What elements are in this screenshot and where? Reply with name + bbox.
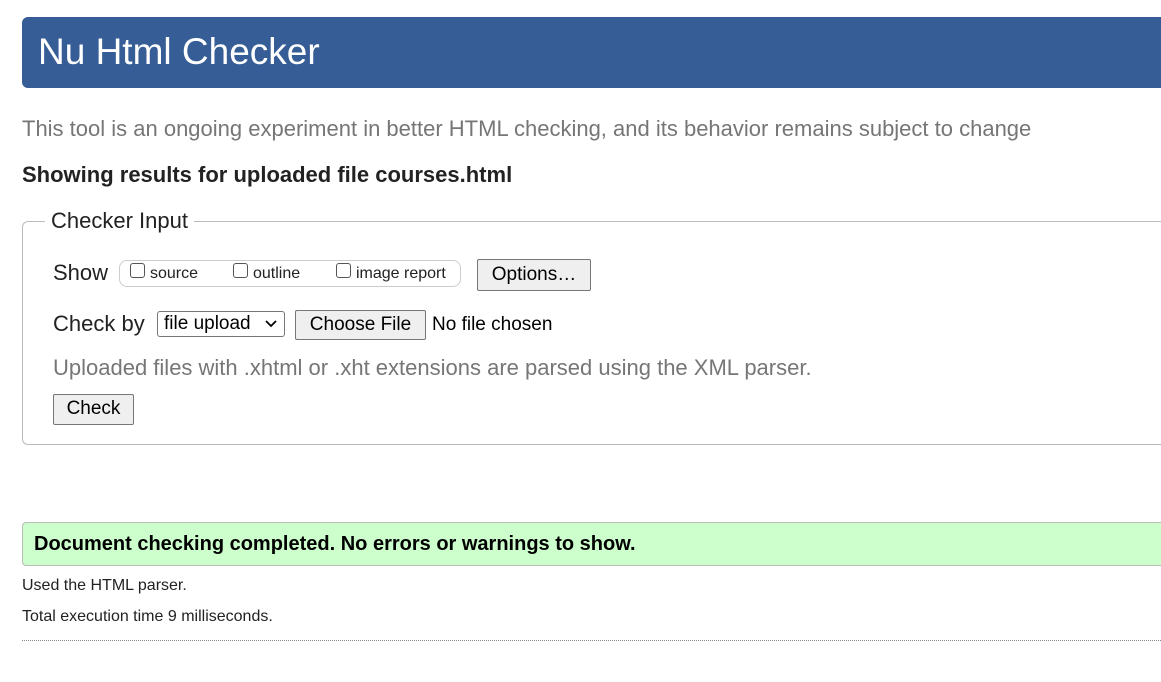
page-title: Nu Html Checker <box>38 31 320 72</box>
source-checkbox[interactable] <box>130 262 145 278</box>
choose-file-button[interactable]: Choose File <box>295 310 426 340</box>
parser-info: Used the HTML parser. <box>22 577 187 594</box>
success-message: Document checking completed. No errors o… <box>34 533 636 555</box>
results-heading: Showing results for uploaded file course… <box>22 162 513 187</box>
check-by-label: Check by <box>53 311 145 336</box>
execution-time-info: Total execution time 9 milliseconds. <box>22 608 273 625</box>
check-by-selected-value: file upload <box>164 313 251 334</box>
options-button[interactable]: Options… <box>477 259 591 291</box>
check-button[interactable]: Check <box>53 394 134 425</box>
page-header: Nu Html Checker <box>22 17 1161 88</box>
outline-checkbox-label: outline <box>253 265 301 282</box>
image-report-checkbox-label: image report <box>356 265 446 282</box>
footer-divider <box>22 640 1161 641</box>
show-outline-option[interactable]: outline <box>233 262 301 282</box>
outline-checkbox[interactable] <box>233 262 248 278</box>
tagline: This tool is an ongoing experiment in be… <box>22 116 1032 141</box>
checker-input-legend: Checker Input <box>45 208 194 234</box>
image-report-checkbox[interactable] <box>336 262 351 278</box>
show-image-report-option[interactable]: image report <box>336 262 446 282</box>
file-status-text: No file chosen <box>432 314 553 335</box>
source-checkbox-label: source <box>150 265 199 282</box>
xml-parser-note: Uploaded files with .xhtml or .xht exten… <box>53 355 812 380</box>
check-by-select[interactable]: file upload <box>157 311 285 337</box>
checker-input-fieldset: Checker Input Show source outline image … <box>22 208 1161 445</box>
success-message-box: Document checking completed. No errors o… <box>22 522 1161 566</box>
show-label: Show <box>53 260 109 285</box>
chevron-down-icon <box>265 320 277 328</box>
show-source-option[interactable]: source <box>130 262 199 282</box>
show-options-group: source outline image report <box>119 260 461 287</box>
